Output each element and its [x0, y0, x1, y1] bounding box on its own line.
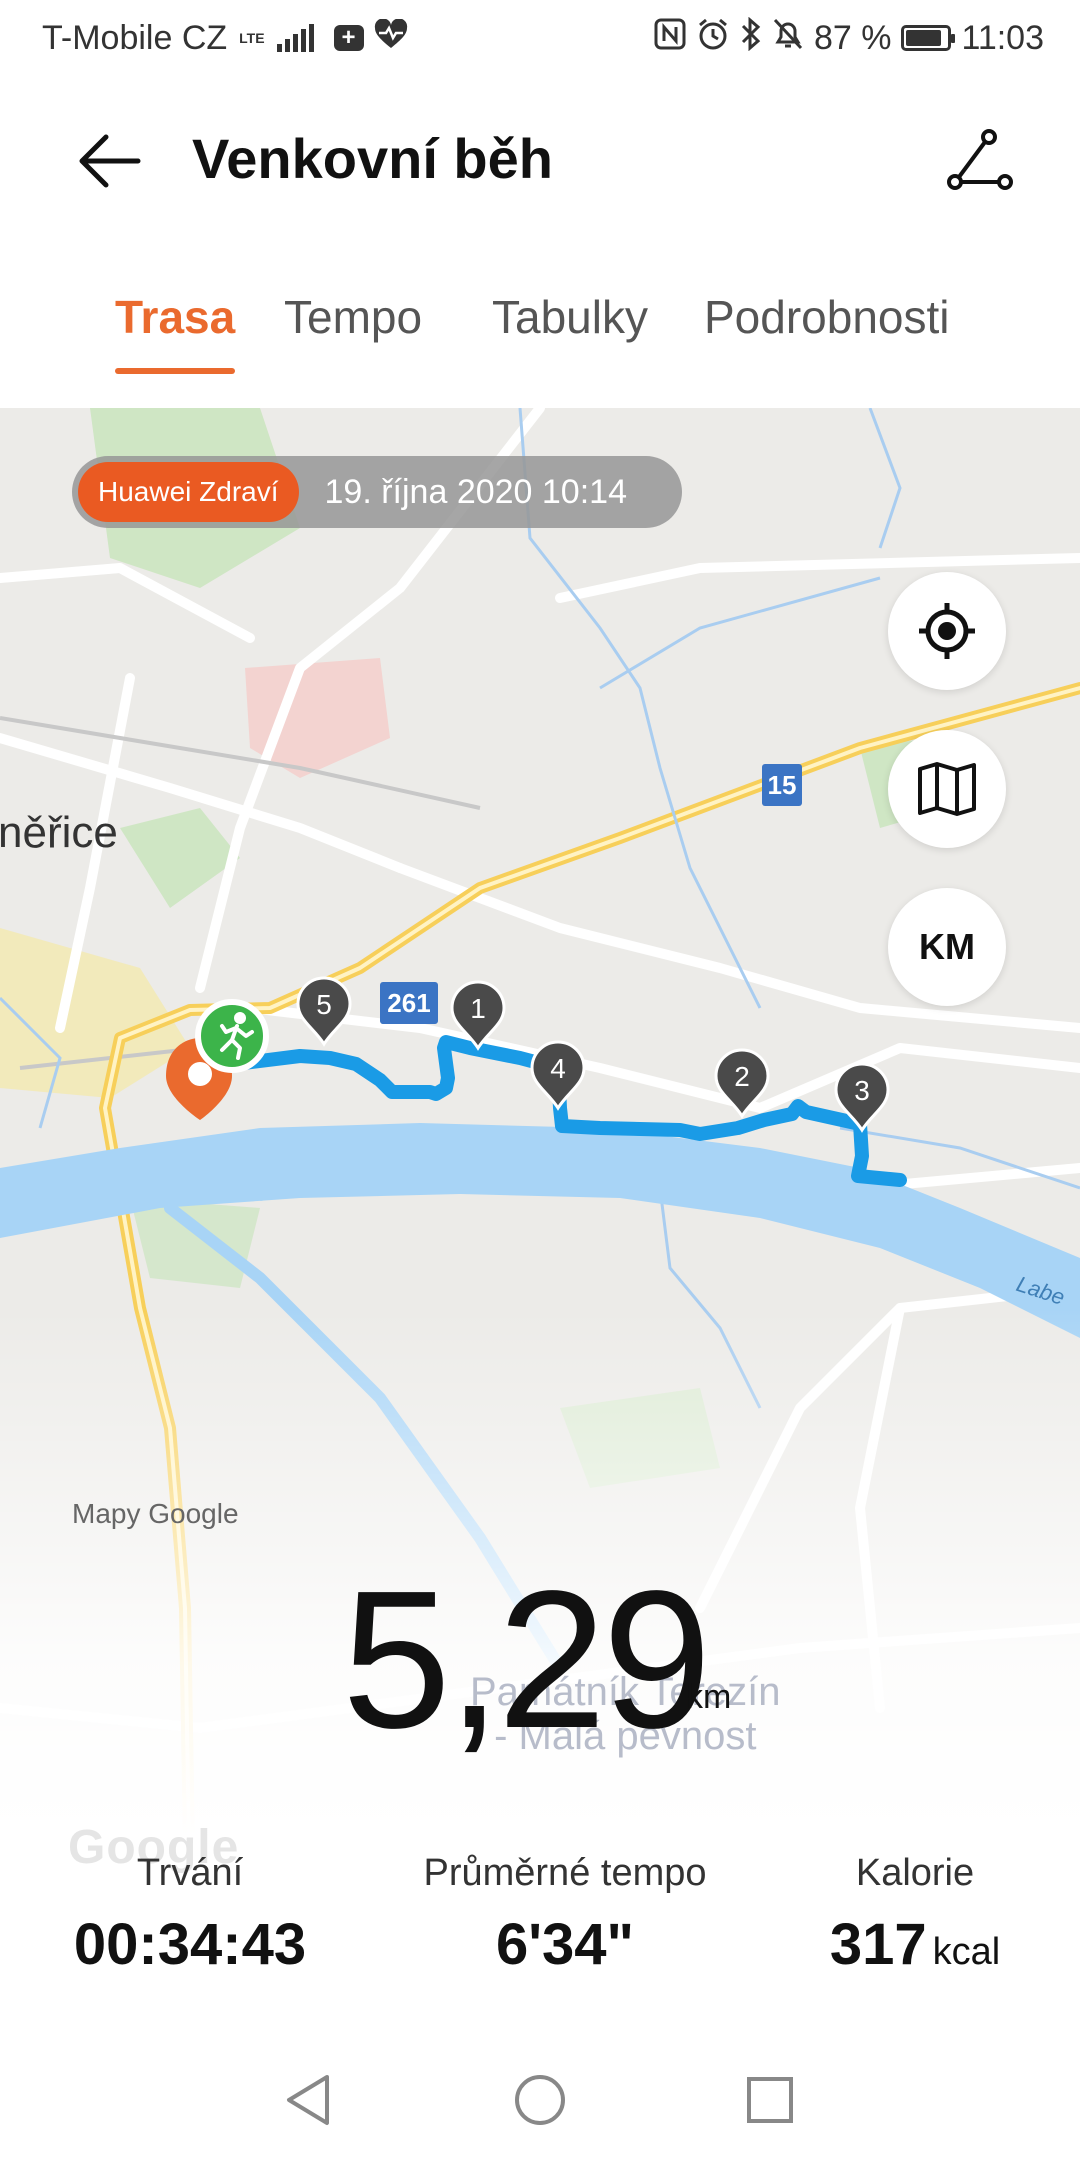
- route-share-icon: [947, 129, 1013, 190]
- km-toggle-label: KM: [919, 926, 975, 967]
- duration-value: 00:34:43: [73, 1912, 307, 1977]
- plus-notification-icon: +: [333, 24, 364, 51]
- source-badge: Huawei Zdraví: [78, 462, 299, 522]
- distance-summary: 5,29 km: [0, 1560, 1080, 1760]
- distance-unit: km: [686, 1678, 732, 1716]
- calories-value-row: 317 kcal: [800, 1911, 1030, 1978]
- nav-back-button[interactable]: [268, 2060, 348, 2140]
- tab-bar: Trasa Tempo Tabulky Podrobnosti: [0, 290, 1080, 380]
- tab-tempo[interactable]: Tempo: [284, 290, 422, 344]
- back-button[interactable]: [70, 121, 150, 201]
- tab-tabulky[interactable]: Tabulky: [492, 290, 648, 344]
- carrier-name: T-Mobile CZ: [42, 18, 228, 57]
- start-marker: [195, 999, 269, 1073]
- locate-button[interactable]: [888, 572, 1006, 690]
- map-layers-button[interactable]: [888, 730, 1006, 848]
- duration-label: Trvání: [136, 1852, 244, 1894]
- road-shield-15: 15: [762, 764, 802, 806]
- workout-stats: Trvání 00:34:43 Průměrné tempo 6'34" Kal…: [0, 1852, 1080, 1992]
- app-bar: Venkovní běh: [0, 76, 1080, 246]
- system-nav-bar: [0, 2040, 1080, 2160]
- km-marker-label: 1: [470, 993, 486, 1024]
- stat-calories: Kalorie 317 kcal: [800, 1852, 1030, 1978]
- crosshair-icon: [919, 603, 975, 659]
- workout-date: 19. října 2020 10:14: [324, 472, 627, 511]
- route-map[interactable]: 12345 15 261 něřice Labe Památník Terezí…: [0, 408, 1080, 2160]
- route-share-button[interactable]: [940, 121, 1020, 201]
- status-bar: T-Mobile CZ LTE + 87 % 11:03: [0, 0, 1080, 76]
- square-recents-icon: [747, 2077, 793, 2123]
- page-title: Venkovní běh: [192, 127, 553, 190]
- network-type: LTE: [239, 30, 265, 46]
- battery-icon: [901, 25, 956, 51]
- clock: 11:03: [961, 18, 1044, 57]
- status-bar-right: 87 % 11:03: [654, 16, 1044, 60]
- stat-pace: Průměrné tempo 6'34": [390, 1852, 740, 1978]
- active-tab-indicator: [115, 368, 235, 374]
- stat-duration: Trvání 00:34:43: [50, 1852, 330, 1978]
- arrow-left-icon: [79, 134, 141, 188]
- battery-fill: [906, 30, 942, 46]
- road-shield-261: 261: [380, 982, 438, 1024]
- battery-percent: 87 %: [813, 18, 892, 57]
- circle-home-icon: [515, 2075, 565, 2125]
- workout-source-pill: Huawei Zdraví 19. října 2020 10:14: [72, 456, 682, 528]
- nav-home-button[interactable]: [500, 2060, 580, 2140]
- map-icon: [918, 762, 976, 816]
- calories-unit: kcal: [932, 1931, 1001, 1973]
- map-attribution: Mapy Google: [72, 1498, 239, 1529]
- tab-trasa[interactable]: Trasa: [115, 290, 235, 344]
- triangle-back-icon: [287, 2075, 329, 2125]
- alarm-icon: [696, 17, 730, 60]
- calories-label: Kalorie: [855, 1852, 975, 1894]
- nav-recents-button[interactable]: [730, 2060, 810, 2140]
- distance-value: 5,29: [342, 1550, 711, 1769]
- status-bar-left: T-Mobile CZ LTE +: [42, 18, 408, 58]
- km-marker-label: 2: [734, 1061, 750, 1092]
- bluetooth-icon: [740, 16, 762, 60]
- pace-label: Průměrné tempo: [423, 1852, 707, 1894]
- tab-podrobnosti[interactable]: Podrobnosti: [704, 290, 950, 344]
- heart-notification-icon: [374, 18, 408, 57]
- signal-icon: [276, 24, 314, 52]
- city-label: něřice: [0, 808, 118, 857]
- nfc-icon: [654, 18, 686, 59]
- mute-icon: [772, 17, 804, 60]
- km-marker-label: 5: [316, 989, 332, 1020]
- km-toggle-button[interactable]: KM: [888, 888, 1006, 1006]
- km-marker-label: 4: [550, 1053, 566, 1084]
- pace-value: 6'34": [495, 1912, 635, 1977]
- km-marker-label: 3: [854, 1075, 870, 1106]
- calories-value: 317: [829, 1912, 927, 1977]
